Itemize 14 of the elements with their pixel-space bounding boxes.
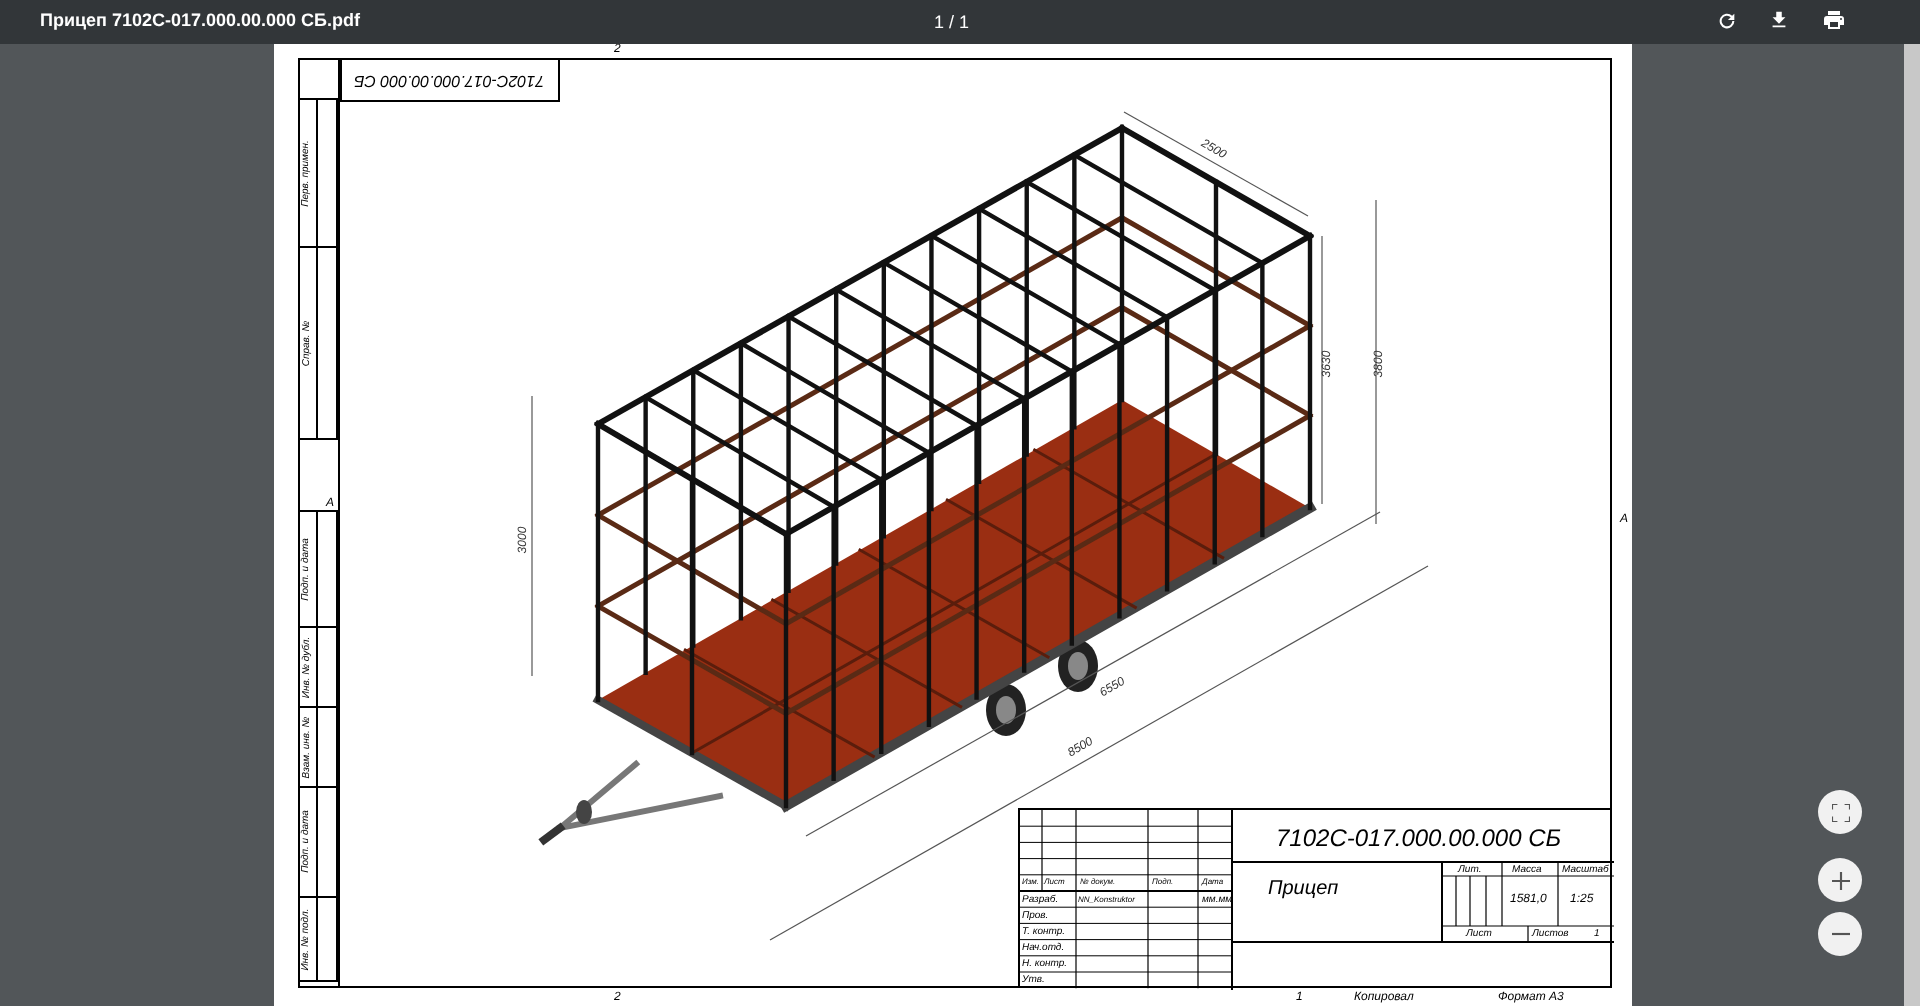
code-stamp-text: 7102С-017.000.00.000 СБ [354, 70, 546, 92]
fit-icon [1831, 803, 1849, 821]
document-title: Прицеп 7102С-017.000.00.000 СБ.pdf [40, 8, 361, 35]
fit-page-button[interactable] [1818, 790, 1862, 834]
download-icon[interactable] [1768, 8, 1790, 32]
zoom-out-button[interactable] [1818, 912, 1862, 956]
drawing-designation: 7102С-017.000.00.000 СБ [1276, 826, 1562, 850]
rotate-icon[interactable] [1716, 10, 1738, 32]
print-icon[interactable] [1822, 8, 1846, 32]
zoom-in-button[interactable] [1818, 858, 1862, 902]
minus-icon [1831, 932, 1849, 936]
drawing-name: Прицеп [1268, 880, 1339, 900]
page-indicator: 1 / 1 [934, 10, 970, 36]
plus-icon [1831, 871, 1849, 889]
